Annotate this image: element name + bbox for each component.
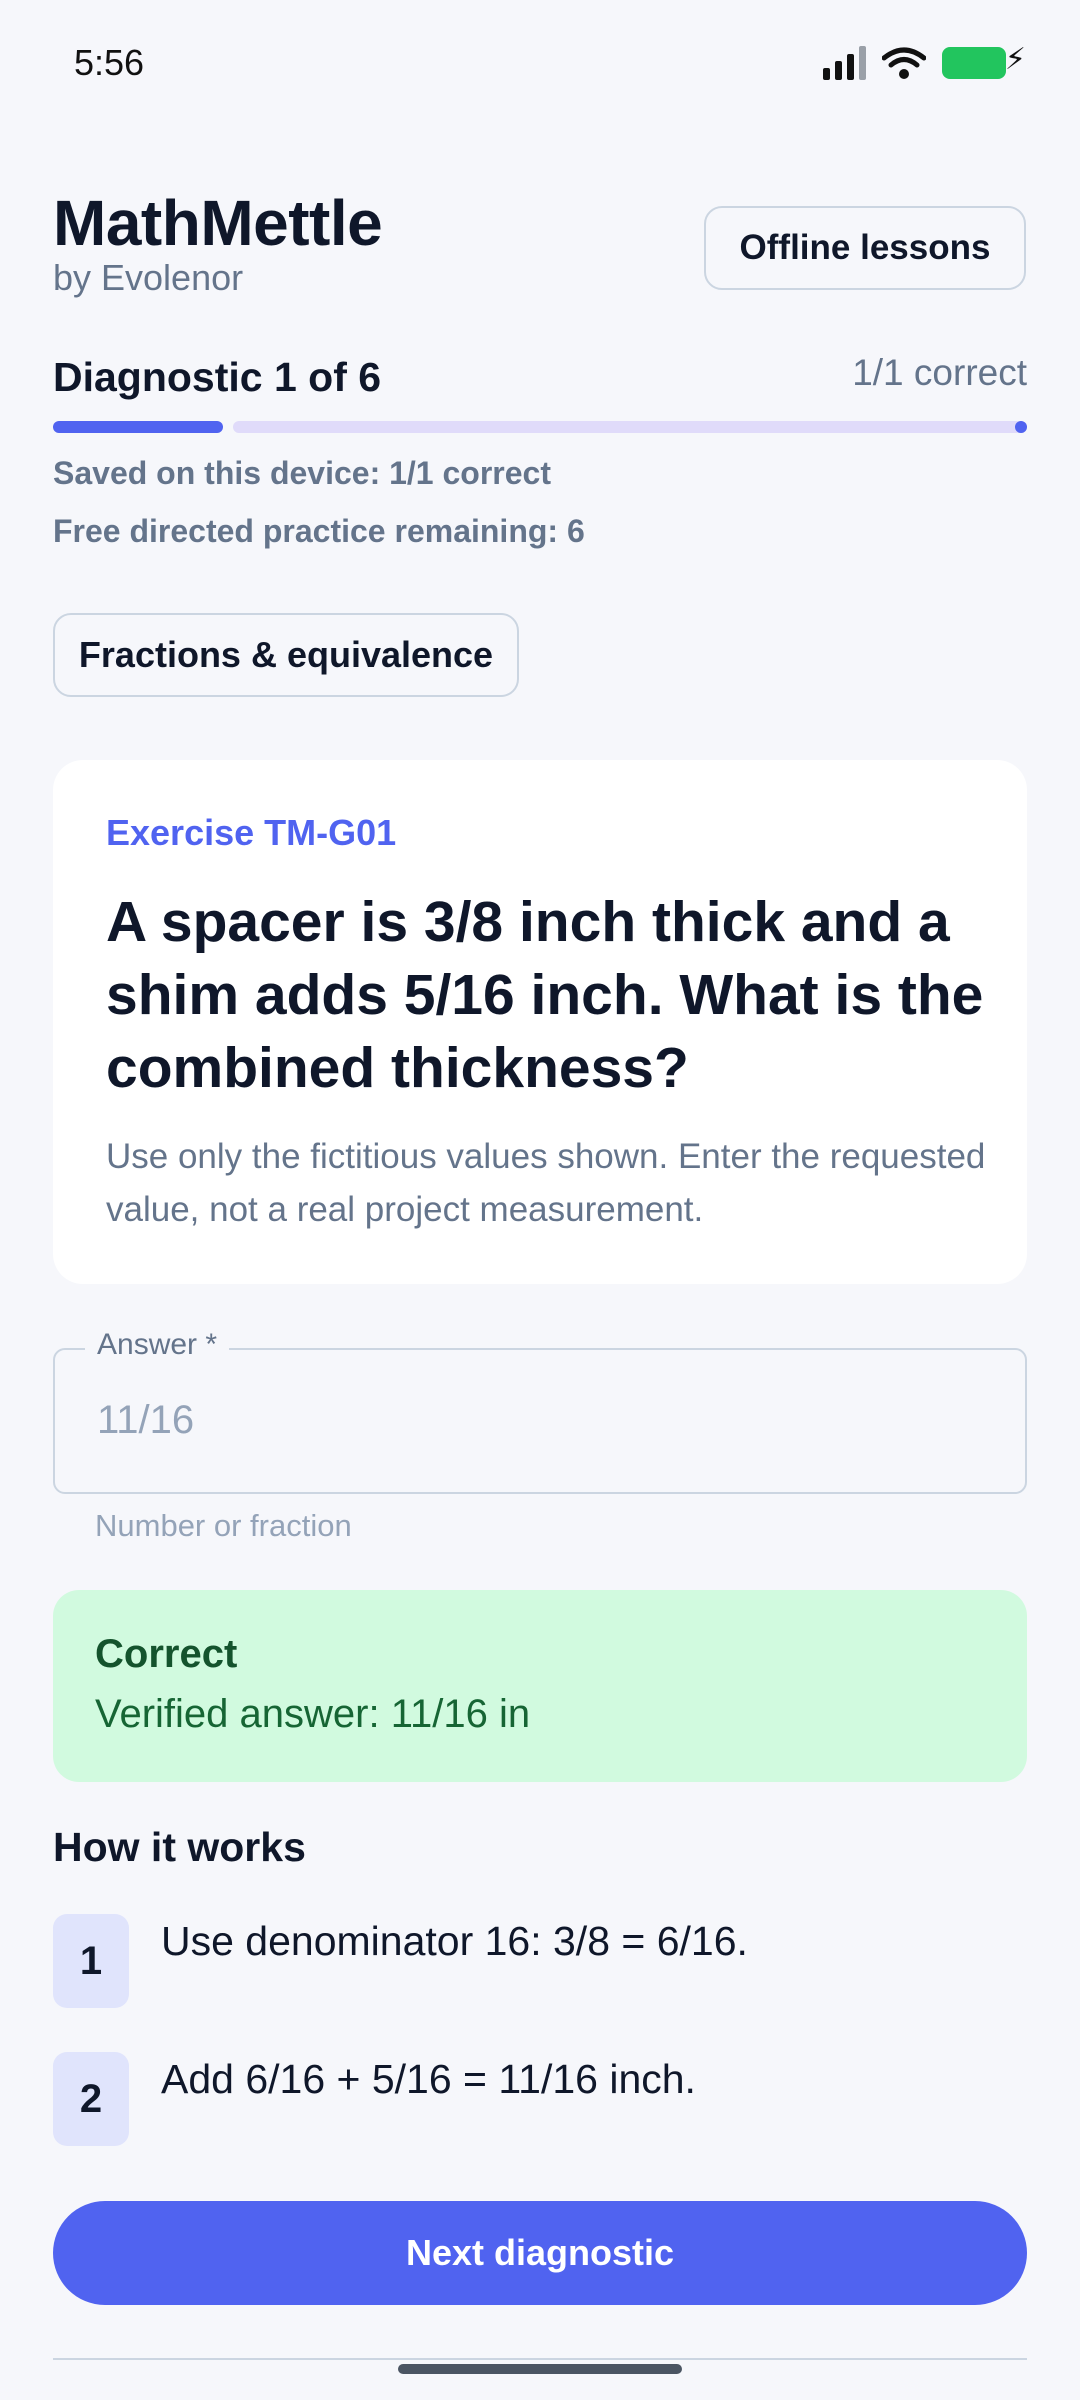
saved-status: Saved on this device: 1/1 correct xyxy=(53,455,551,491)
app-title: MathMettle xyxy=(53,187,383,259)
step-item: 1 Use denominator 16: 3/8 = 6/16. xyxy=(53,1914,1027,2010)
free-practice-remaining: Free directed practice remaining: 6 xyxy=(53,513,585,549)
home-indicator[interactable] xyxy=(398,2364,682,2374)
how-it-works-title: How it works xyxy=(53,1824,306,1870)
diagnostic-progress-bar xyxy=(53,421,1027,433)
progress-remaining xyxy=(233,421,1027,433)
step-number: 2 xyxy=(53,2052,129,2146)
status-bar: 5:56 ⚡ xyxy=(0,0,1080,130)
bottom-divider xyxy=(53,2358,1027,2360)
answer-value[interactable]: 11/16 xyxy=(97,1398,194,1443)
topic-chip[interactable]: Fractions & equivalence xyxy=(53,613,519,697)
signal-icon xyxy=(823,46,866,80)
correct-count: 1/1 correct xyxy=(852,352,1027,393)
step-number: 1 xyxy=(53,1914,129,2008)
question-text: A spacer is 3/8 inch thick and a shim ad… xyxy=(106,890,984,1100)
result-feedback: Correct Verified answer: 11/16 in xyxy=(53,1590,1027,1782)
result-title: Correct xyxy=(95,1632,238,1676)
question-hint: Use only the fictitious values shown. En… xyxy=(106,1137,986,1229)
answer-input[interactable]: Answer * 11/16 xyxy=(53,1328,1027,1494)
step-item: 2 Add 6/16 + 5/16 = 11/16 inch. xyxy=(53,2052,1027,2148)
result-detail: Verified answer: 11/16 in xyxy=(95,1692,531,1736)
answer-label: Answer * xyxy=(85,1328,230,1362)
step-text: Use denominator 16: 3/8 = 6/16. xyxy=(161,1918,748,1964)
app-subtitle: by Evolenor xyxy=(53,257,244,298)
next-diagnostic-button[interactable]: Next diagnostic xyxy=(53,2201,1027,2305)
wifi-icon xyxy=(882,47,926,79)
progress-end-dot xyxy=(1015,421,1027,433)
status-icons: ⚡ xyxy=(823,45,1026,80)
answer-helper-text: Number or fraction xyxy=(95,1508,352,1543)
diagnostic-progress-label: Diagnostic 1 of 6 xyxy=(53,354,382,400)
step-text: Add 6/16 + 5/16 = 11/16 inch. xyxy=(161,2056,696,2102)
progress-fill xyxy=(53,421,223,433)
status-time: 5:56 xyxy=(74,42,145,83)
exercise-id: Exercise TM-G01 xyxy=(106,812,397,853)
battery-charging-icon: ⚡ xyxy=(942,45,1026,79)
question-card: Exercise TM-G01 A spacer is 3/8 inch thi… xyxy=(53,760,1027,1284)
offline-lessons-button[interactable]: Offline lessons xyxy=(704,206,1026,290)
